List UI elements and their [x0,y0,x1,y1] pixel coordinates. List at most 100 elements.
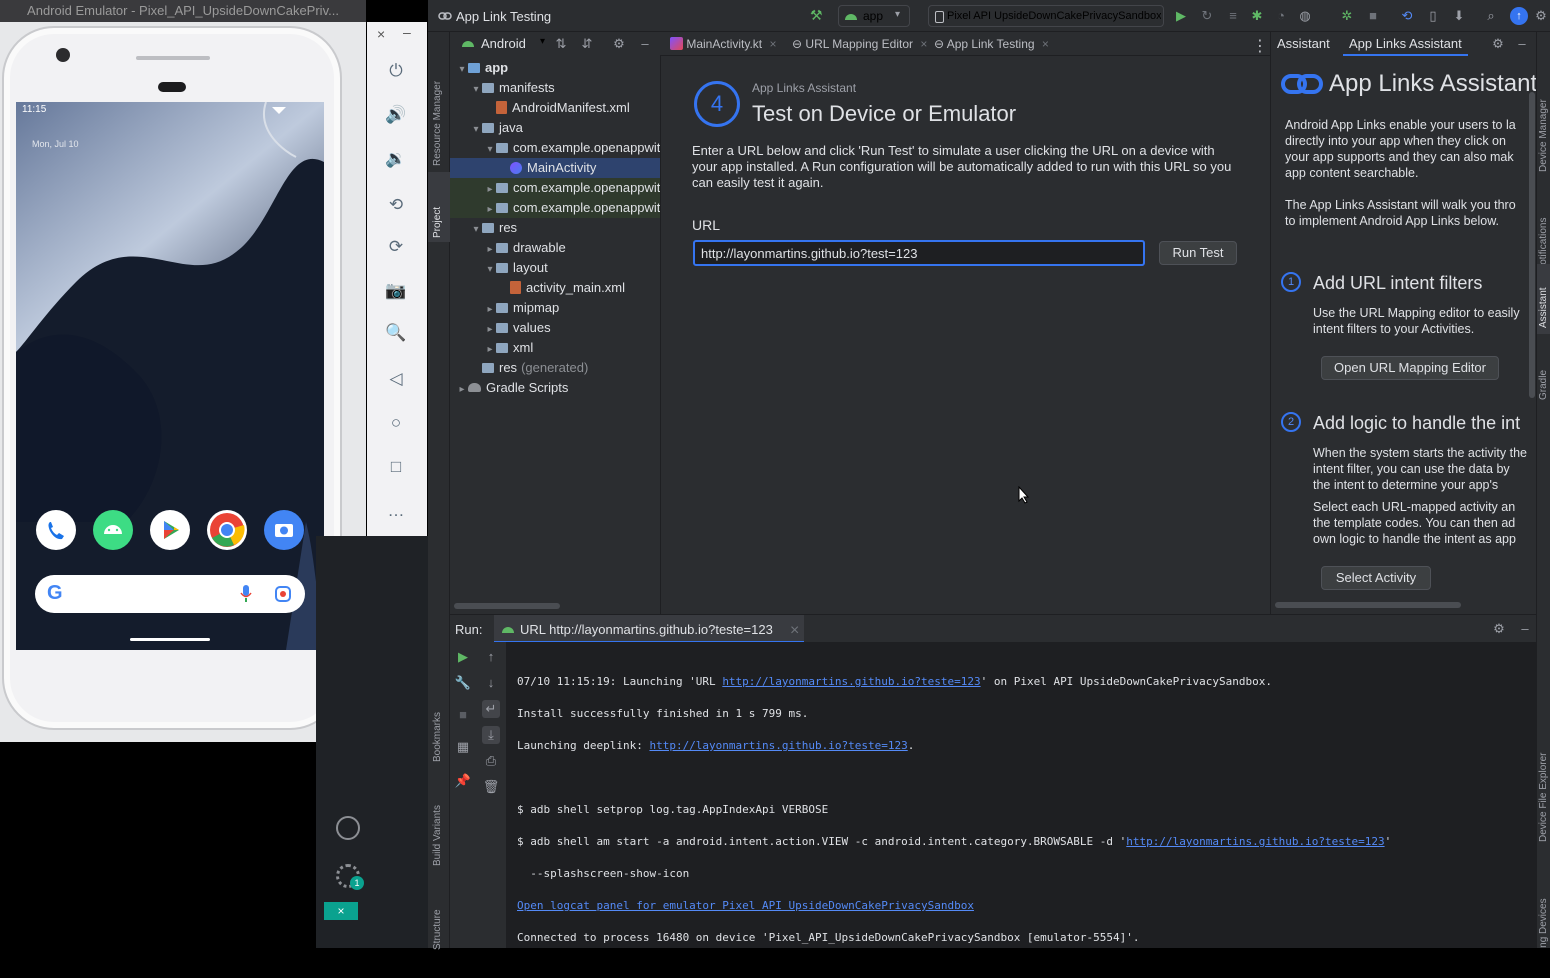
camera-icon[interactable]: 📷 [385,280,407,302]
tree-item[interactable]: ▸ mipmap [450,298,660,318]
tree-item[interactable]: ▾ layout [450,258,660,278]
tab-app-link-testing[interactable]: ⊖ App Link Testing × [930,34,1053,58]
tree-item[interactable]: activity_main.xml [450,278,660,298]
close-tab-icon[interactable]: × [769,37,776,51]
stop-run-icon[interactable]: ■ [454,706,472,724]
close-tab-icon[interactable]: × [1042,37,1049,51]
update-icon[interactable]: ↑ [1510,7,1528,25]
power-icon[interactable]: ⏻ [385,60,407,82]
account-icon[interactable] [336,816,360,840]
resource-manager-tab[interactable]: Resource Manager [432,81,443,166]
tree-item[interactable]: AndroidManifest.xml [450,98,660,118]
device-screen[interactable]: 11:15 Mon, Jul 10 G [16,102,324,650]
run-tab[interactable]: URL http://layonmartins.github.io?teste=… [494,615,804,643]
stop-icon[interactable]: ■ [1364,7,1382,25]
date-widget[interactable]: Mon, Jul 10 [32,139,79,149]
tab-mainactivity[interactable]: MainActivity.kt × [670,34,777,58]
hide-panel-icon[interactable]: – [636,35,654,53]
minimize-icon[interactable]: – [403,24,411,40]
tree-item[interactable]: ▸ Gradle Scripts [450,378,660,398]
run-console[interactable]: 07/10 11:15:19: Launching 'URL http://la… [506,642,1536,948]
collapse-all-icon[interactable]: ⇵ [578,35,596,53]
scroll-up-icon[interactable]: ↑ [482,648,500,666]
device-manager-icon[interactable]: ▯ [1424,7,1442,25]
tree-item[interactable]: MainActivity [450,158,660,178]
sdk-manager-icon[interactable]: ⬇ [1450,7,1468,25]
debug-icon[interactable]: ✱ [1248,7,1266,25]
chevron-right-icon[interactable]: ▸ [484,300,496,320]
assistant-scrollbar[interactable] [1529,92,1535,398]
play-store-icon[interactable] [150,510,190,550]
apply-changes-icon[interactable]: ≡ [1224,7,1242,25]
build-variants-tab[interactable]: Build Variants [432,805,443,866]
bookmarks-tab[interactable]: Bookmarks [432,712,443,762]
close-run-tab-icon[interactable]: × [790,622,799,640]
chevron-right-icon[interactable]: ▸ [456,380,468,400]
tree-item[interactable]: ▾ manifests [450,78,660,98]
tree-item[interactable]: ▸ drawable [450,238,660,258]
run-settings-icon[interactable]: ⚙ [1490,620,1508,638]
profile-icon[interactable]: ◔ [1272,7,1290,25]
soft-wrap-icon[interactable]: ↵ [482,700,500,718]
chevron-down-icon[interactable]: ▾ [470,220,482,240]
tree-item[interactable]: res (generated) [450,358,660,378]
attach-process-icon[interactable]: ✲ [1338,7,1356,25]
pin-icon[interactable]: 📌 [454,772,472,790]
tree-item[interactable]: ▾ res [450,218,660,238]
chevron-down-icon[interactable]: ▾ [470,80,482,100]
back-icon[interactable]: ◁ [385,368,407,390]
device-file-explorer-tab[interactable]: Device File Explorer [1538,753,1549,842]
close-tab-icon[interactable]: × [920,37,927,51]
gradle-tab[interactable]: Gradle [1538,370,1549,400]
tree-item[interactable]: ▸ com.example.openappwith [450,198,668,218]
android-app-icon[interactable] [93,510,133,550]
run-config-dropdown[interactable]: app ▾ [838,5,910,27]
volume-down-icon[interactable]: 🔉 [385,148,407,170]
run-hide-icon[interactable]: – [1516,620,1534,638]
expand-all-icon[interactable]: ⇅ [552,35,570,53]
open-url-mapping-editor-button[interactable]: Open URL Mapping Editor [1321,356,1499,380]
view-dropdown-icon[interactable]: ▾ [540,36,545,47]
console-link[interactable]: http://layonmartins.github.io?teste=123 [649,739,907,752]
attach-debugger-icon[interactable]: ◍ [1296,7,1314,25]
rotate-left-icon[interactable]: ⟲ [385,194,407,216]
home-icon[interactable]: ○ [385,412,407,434]
volume-up-icon[interactable]: 🔊 [385,104,407,126]
run-test-button[interactable]: Run Test [1159,241,1237,265]
google-search-bar[interactable]: G [35,575,305,613]
tree-item[interactable]: ▾ java [450,118,660,138]
assistant-side-tab[interactable]: Assistant [1538,287,1549,328]
structure-tab[interactable]: Structure [432,909,443,950]
app-links-assistant-tab[interactable]: App Links Assistant [1343,32,1468,56]
running-devices-tab[interactable]: Running Devices [1538,898,1549,948]
tab-url-mapping[interactable]: ⊖ URL Mapping Editor × [792,34,927,58]
rerun-icon[interactable]: ↻ [1198,7,1216,25]
chevron-right-icon[interactable]: ▸ [484,180,496,200]
build-hammer-icon[interactable]: ⚒ [810,7,826,23]
chrome-icon[interactable] [207,510,247,550]
close-icon[interactable]: × [377,26,385,42]
chevron-down-icon[interactable]: ▾ [484,140,496,160]
assistant-hide-icon[interactable]: – [1513,35,1531,53]
tree-item[interactable]: ▸ values [450,318,660,338]
tree-item[interactable]: ▸ xml [450,338,660,358]
search-icon[interactable]: ⌕ [1482,7,1500,25]
tree-item[interactable]: ▾ app [450,58,660,78]
chevron-right-icon[interactable]: ▸ [484,340,496,360]
assistant-hscrollbar[interactable] [1275,602,1461,608]
open-logcat-link[interactable]: Open logcat panel for emulator Pixel API… [517,899,974,912]
chevron-down-icon[interactable]: ▾ [470,120,482,140]
scroll-down-icon[interactable]: ↓ [482,674,500,692]
chevron-right-icon[interactable]: ▸ [484,320,496,340]
trash-icon[interactable]: 🗑 [482,778,500,796]
console-link[interactable]: http://layonmartins.github.io?teste=123 [722,675,980,688]
device-dropdown[interactable]: Pixel API UpsideDownCakePrivacySandbox [928,5,1164,27]
select-activity-button[interactable]: Select Activity [1321,566,1431,590]
wrench-icon[interactable]: 🔧 [454,674,472,692]
project-tab[interactable]: Project [432,207,443,238]
assistant-settings-icon[interactable]: ⚙ [1489,35,1507,53]
gesture-nav-bar[interactable] [130,638,210,641]
overview-icon[interactable]: □ [385,456,407,478]
chevron-right-icon[interactable]: ▸ [484,240,496,260]
layout-icon[interactable]: ▦ [454,738,472,756]
